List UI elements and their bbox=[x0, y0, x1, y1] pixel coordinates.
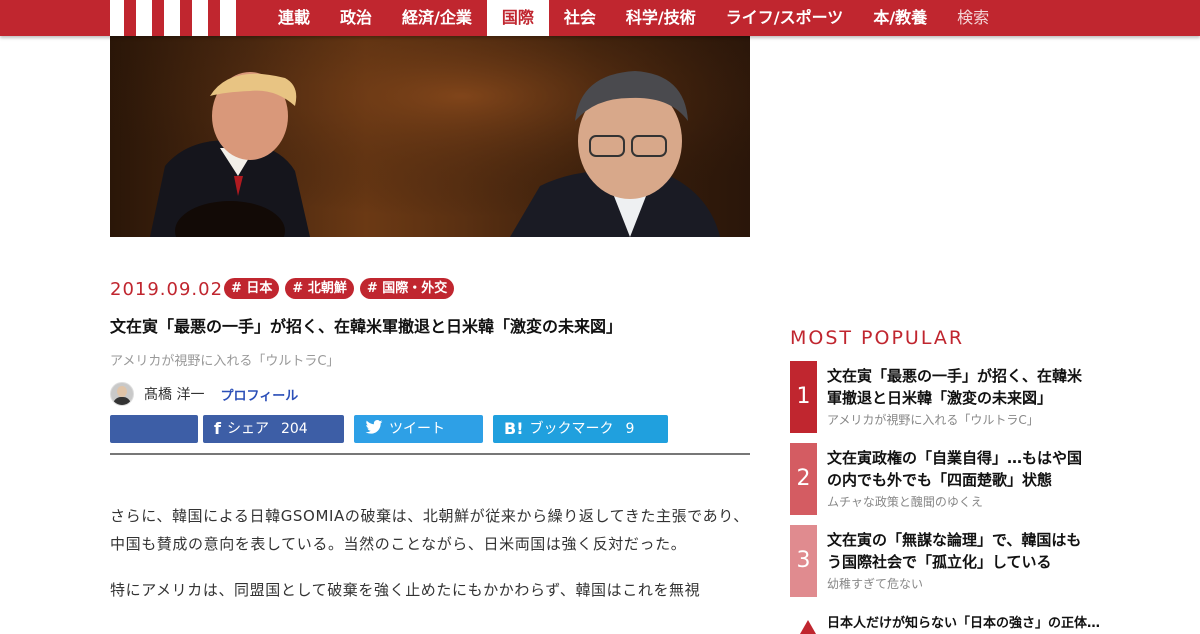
article-divider bbox=[110, 453, 750, 455]
twitter-tweet-label: ツイート bbox=[389, 421, 445, 437]
tag-international-diplomacy[interactable]: # 国際・外交 bbox=[359, 278, 455, 299]
category-nav: 連載 政治 経済/企業 国際 社会 科学/技術 ライフ/スポーツ 本/教養 検索 bbox=[263, 0, 1004, 36]
twitter-bird-svg bbox=[365, 420, 383, 434]
facebook-like-button[interactable] bbox=[110, 415, 198, 443]
article-paragraph: 特にアメリカは、同盟国として破棄を強く止めたにもかかわらず、韓国はこれを無視 bbox=[110, 581, 701, 599]
nav-item-economy[interactable]: 経済/企業 bbox=[387, 0, 487, 36]
nav-item-politics[interactable]: 政治 bbox=[325, 0, 387, 36]
facebook-share-count: 204 bbox=[280, 421, 308, 437]
article-title: 文在寅「最悪の一手」が招く、在韓米軍撤退と日米韓「激変の未来図」 bbox=[110, 317, 623, 336]
article-date: 2019.09.02 bbox=[110, 279, 224, 300]
popular-item-1[interactable]: 1 文在寅「最悪の一手」が招く、在韓米軍撤退と日米韓「激変の未来図」 アメリカが… bbox=[790, 361, 1090, 433]
logo-stripe bbox=[236, 0, 248, 36]
popular-item-title: 日本人だけが知らない「日本の強さ」の正体… bbox=[827, 616, 1101, 631]
avatar-head bbox=[117, 386, 127, 397]
rank-number: 3 bbox=[790, 525, 817, 597]
nav-item-books[interactable]: 本/教養 bbox=[858, 0, 942, 36]
logo-stripe bbox=[208, 0, 220, 36]
nav-search-link[interactable]: 検索 bbox=[942, 0, 1004, 36]
tag-north-korea[interactable]: # 北朝鮮 bbox=[285, 278, 354, 299]
article-body: さらに、韓国による日韓GSOMIAの破棄は、北朝鮮が従来から繰り返してきた主張で… bbox=[110, 502, 750, 622]
popular-item-2[interactable]: 2 文在寅政権の「自業自得」…もはや国の内でも外でも「四面楚歌」状態 ムチャな政… bbox=[790, 443, 1090, 515]
article-paragraph: さらに、韓国による日韓GSOMIAの破棄は、北朝鮮が従来から繰り返してきた主張で… bbox=[110, 507, 749, 553]
popular-item-4[interactable]: 日本人だけが知らない「日本の強さ」の正体… bbox=[790, 610, 1100, 634]
popular-item-subtitle: 幼稚すぎて危ない bbox=[827, 577, 924, 591]
hatena-bookmark-count: 9 bbox=[625, 421, 635, 437]
site-logo[interactable] bbox=[110, 0, 248, 36]
top-navigation-bar: 連載 政治 経済/企業 国際 社会 科学/技術 ライフ/スポーツ 本/教養 検索 bbox=[0, 0, 1200, 36]
popular-item-title: 文在寅の「無謀な論理」で、韓国はもう国際社会で「孤立化」している bbox=[827, 531, 1082, 571]
rank-marker-icon bbox=[800, 620, 816, 634]
hatena-b-icon: B! bbox=[504, 419, 524, 438]
facebook-share-label: シェア bbox=[226, 421, 269, 437]
facebook-icon: f bbox=[214, 419, 221, 438]
author-row: 髙橋 洋一 プロフィール bbox=[110, 382, 298, 406]
popular-item-subtitle: アメリカが視野に入れる「ウルトラC」 bbox=[827, 413, 1039, 427]
logo-stripe bbox=[152, 0, 164, 36]
popular-item-title: 文在寅「最悪の一手」が招く、在韓米軍撤退と日米韓「激変の未来図」 bbox=[827, 367, 1083, 407]
hatena-bookmark-button[interactable]: B! ブックマーク 9 bbox=[493, 415, 668, 443]
popular-item-subtitle: ムチャな政策と醜聞のゆくえ bbox=[827, 495, 983, 509]
nav-item-international[interactable]: 国際 bbox=[486, 0, 549, 36]
article-tags: # 日本 # 北朝鮮 # 国際・外交 bbox=[224, 278, 455, 299]
popular-item-title: 文在寅政権の「自業自得」…もはや国の内でも外でも「四面楚歌」状態 bbox=[827, 449, 1083, 489]
author-name: 髙橋 洋一 bbox=[144, 387, 205, 403]
share-buttons: f シェア 204 ツイート B! ブックマーク 9 bbox=[110, 415, 668, 443]
nav-item-science[interactable]: 科学/技術 bbox=[611, 0, 711, 36]
tag-japan[interactable]: # 日本 bbox=[224, 278, 280, 299]
nav-item-serial[interactable]: 連載 bbox=[263, 0, 325, 36]
author-avatar[interactable] bbox=[110, 382, 134, 406]
article-subtitle: アメリカが視野に入れる「ウルトラC」 bbox=[110, 354, 340, 369]
nav-item-life-sports[interactable]: ライフ/スポーツ bbox=[711, 0, 859, 36]
twitter-tweet-button[interactable]: ツイート bbox=[354, 415, 483, 443]
rank-number: 2 bbox=[790, 443, 817, 515]
twitter-bird-icon bbox=[365, 415, 383, 443]
logo-stripe bbox=[180, 0, 192, 36]
hero-photo-illustration bbox=[110, 36, 750, 237]
article-hero-photo bbox=[110, 36, 750, 237]
nav-item-society[interactable]: 社会 bbox=[549, 0, 611, 36]
popular-item-3[interactable]: 3 文在寅の「無謀な論理」で、韓国はもう国際社会で「孤立化」している 幼稚すぎて… bbox=[790, 525, 1090, 597]
hatena-bookmark-label: ブックマーク bbox=[529, 421, 614, 437]
avatar-body bbox=[113, 397, 131, 405]
most-popular-heading: MOST POPULAR bbox=[790, 327, 965, 349]
profile-link[interactable]: プロフィール bbox=[220, 385, 298, 404]
facebook-share-button[interactable]: f シェア 204 bbox=[203, 415, 344, 443]
logo-stripe bbox=[124, 0, 136, 36]
rank-number: 1 bbox=[790, 361, 817, 433]
